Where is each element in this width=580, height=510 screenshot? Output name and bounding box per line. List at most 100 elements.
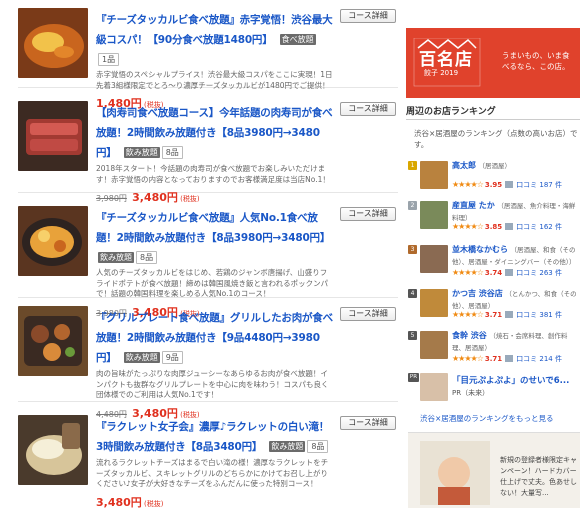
price-current: 3,480円 bbox=[96, 495, 142, 509]
rating-stars-icon: ★★★★☆ bbox=[452, 222, 484, 231]
course-detail-button[interactable]: コース詳細 bbox=[340, 207, 396, 221]
course-photo[interactable] bbox=[18, 415, 88, 485]
review-count-link[interactable]: 口コミ 162 件 bbox=[516, 223, 562, 231]
restaurant-name-link[interactable]: かつ吉 渋谷店 bbox=[452, 289, 503, 298]
banner-logo-text: 百名店 bbox=[419, 50, 473, 70]
ranking-heading: 周辺のお店ランキング bbox=[406, 104, 580, 120]
course-item: 『チーズタッカルビ食べ放題』人気No.1食べ放題！2時間飲み放題付き【8品398… bbox=[18, 206, 398, 319]
course-item: 『グリルプレート食べ放題』グリルしたお肉が食べ放題！2時間飲み放題付き【9品44… bbox=[18, 306, 398, 420]
course-detail-button[interactable]: コース詳細 bbox=[340, 102, 396, 116]
restaurant-genre: （居酒屋） bbox=[478, 162, 512, 170]
rating-score: 3.95 bbox=[484, 181, 503, 189]
restaurant-name-line: 産直屋 たか （居酒屋、魚介料理・海鮮料理） bbox=[452, 200, 578, 224]
rank-medal-icon: 3 bbox=[408, 245, 417, 254]
banner-copy: うまいもの、いま食べるなら、この店。 bbox=[502, 51, 570, 71]
ranking-more-link[interactable]: 渋谷×居酒屋のランキングをもっと見る bbox=[420, 413, 554, 424]
pr-badge: PR bbox=[408, 373, 419, 382]
course-price: 3,980円 3,480円 (税抜) bbox=[96, 189, 334, 205]
course-tag: 飲み放題 bbox=[123, 147, 160, 158]
ad-banner[interactable]: 新規の登録者様限定キャンペーン！ハードカバー仕上げで丈夫。色あせしない！大量写.… bbox=[408, 432, 580, 508]
rating-score: 3.71 bbox=[484, 355, 503, 363]
restaurant-name-link[interactable]: 高太郎 bbox=[452, 161, 476, 170]
price-tax-note: (税抜) bbox=[180, 195, 200, 203]
pr-photo[interactable] bbox=[420, 373, 448, 401]
rating-stars-icon: ★★★★☆ bbox=[452, 268, 484, 277]
pr-title[interactable]: 「目元ぷよぷよ」のせいで6... bbox=[452, 374, 569, 386]
restaurant-name-link[interactable]: 食幹 渋谷 bbox=[452, 331, 487, 340]
restaurant-photo[interactable] bbox=[420, 289, 448, 317]
rating-score: 3.85 bbox=[484, 223, 503, 231]
course-item: 『チーズタッカルビ食べ放題』赤字覚悟！渋谷最大級コスパ！【90分食べ放題1480… bbox=[18, 8, 398, 110]
course-tag: 食べ放題 bbox=[279, 34, 316, 45]
rating-stars-icon: ★★★★☆ bbox=[452, 180, 484, 189]
restaurant-photo[interactable] bbox=[420, 161, 448, 189]
pr-item[interactable]: PR 「目元ぷよぷよ」のせいで6... PR（未来） bbox=[406, 372, 580, 402]
course-description: 赤字覚悟のスペシャルプライス！渋谷最大級コスパをここに実現！1日先着3組様限定で… bbox=[96, 70, 333, 90]
course-item-count: 9品 bbox=[161, 351, 183, 364]
review-icon bbox=[505, 269, 514, 276]
ad-photo bbox=[420, 441, 490, 505]
course-item-count: 8品 bbox=[136, 251, 158, 264]
ranking-subtitle: 渋谷×居酒屋のランキング（点数の高いお店）です。 bbox=[414, 129, 578, 149]
course-description: 人気のチーズタッカルビをはじめ、若鶏のジャンボ唐揚げ、山盛りフライドポテトが食べ… bbox=[96, 268, 329, 298]
course-detail-button[interactable]: コース詳細 bbox=[340, 9, 396, 23]
restaurant-name-link[interactable]: 並木橋なかむら bbox=[452, 245, 508, 254]
review-icon bbox=[505, 223, 514, 230]
restaurant-rating: ★★★★☆ 3.95 口コミ 187 件 bbox=[452, 180, 562, 190]
sidebar: 百名店 餃子 2019 うまいもの、いま食べるなら、この店。 周辺のお店ランキン… bbox=[406, 0, 580, 508]
price-tax-note: (税抜) bbox=[144, 499, 164, 508]
course-item-count: 8品 bbox=[161, 146, 183, 159]
ranking-item: 4 かつ吉 渋谷店 （とんかつ、和食（その他）、居酒屋） ★★★★☆ 3.71 口コ… bbox=[406, 288, 580, 322]
course-photo[interactable] bbox=[18, 206, 88, 276]
review-icon bbox=[505, 181, 514, 188]
restaurant-photo[interactable] bbox=[420, 331, 448, 359]
restaurant-name-line: 食幹 渋谷 （焼石・会席料理、創作料理、居酒屋） bbox=[452, 330, 578, 354]
course-item-count: 1品 bbox=[98, 53, 120, 66]
rank-medal-icon: 1 bbox=[408, 161, 417, 170]
ranking-item: 5 食幹 渋谷 （焼石・会席料理、創作料理、居酒屋） ★★★★☆ 3.71 口コミ … bbox=[406, 330, 580, 366]
rating-stars-icon: ★★★★☆ bbox=[452, 354, 484, 363]
pr-source: PR（未来） bbox=[452, 389, 490, 397]
review-icon bbox=[505, 311, 514, 318]
course-tag: 飲み放題 bbox=[123, 352, 160, 363]
course-list: 『チーズタッカルビ食べ放題』赤字覚悟！渋谷最大級コスパ！【90分食べ放題1480… bbox=[0, 0, 400, 509]
price-original: 3,980円 bbox=[96, 194, 127, 203]
restaurant-photo[interactable] bbox=[420, 245, 448, 273]
course-item: 『ラクレット女子会』濃厚♪ラクレットの白い滝！3時間飲み放題付き【8品3480円… bbox=[18, 415, 398, 509]
rating-score: 3.74 bbox=[484, 269, 503, 277]
restaurant-name-line: 高太郎 （居酒屋） bbox=[452, 160, 578, 172]
rating-stars-icon: ★★★★☆ bbox=[452, 310, 484, 319]
review-count-link[interactable]: 口コミ 214 件 bbox=[516, 355, 562, 363]
course-description: 2018年スタート！今話題の肉寿司が食べ放題でお楽しみいただけます！赤字覚悟の内… bbox=[96, 164, 330, 184]
course-detail-button[interactable]: コース詳細 bbox=[340, 307, 396, 321]
course-tag: 飲み放題 bbox=[98, 252, 134, 263]
course-description: 肉の旨味がたっぷりな肉厚ジューシーなあらゆるお肉が食べ放題！インパクトも抜群なグ… bbox=[96, 369, 329, 399]
restaurant-name-link[interactable]: 産直屋 たか bbox=[452, 201, 495, 210]
price-current: 3,480円 bbox=[132, 191, 178, 204]
banner-logo-year: 餃子 2019 bbox=[424, 69, 459, 77]
course-description: 流れるラクレットチーズはまるで白い滝の様！濃厚なラクレットをチーズタッカルビ、ス… bbox=[96, 458, 329, 488]
course-photo[interactable] bbox=[18, 306, 88, 376]
course-tag: 飲み放題 bbox=[269, 441, 306, 452]
restaurant-name-line: 並木橋なかむら （居酒屋、和食（その他）、居酒屋・ダイニングバー（その他）） bbox=[452, 244, 578, 268]
review-count-link[interactable]: 口コミ 187 件 bbox=[516, 181, 562, 189]
course-detail-button[interactable]: コース詳細 bbox=[340, 416, 396, 430]
course-photo[interactable] bbox=[18, 101, 88, 171]
restaurant-photo[interactable] bbox=[420, 201, 448, 229]
rating-score: 3.71 bbox=[484, 311, 503, 319]
restaurant-rating: ★★★★☆ 3.71 口コミ 381 件 bbox=[452, 310, 562, 320]
review-icon bbox=[505, 355, 514, 362]
review-count-link[interactable]: 口コミ 263 件 bbox=[516, 269, 562, 277]
restaurant-name-line: かつ吉 渋谷店 （とんかつ、和食（その他）、居酒屋） bbox=[452, 288, 578, 312]
ad-text: 新規の登録者様限定キャンペーン！ハードカバー仕上げで丈夫。色あせしない！大量写.… bbox=[500, 456, 577, 497]
restaurant-rating: ★★★★☆ 3.85 口コミ 162 件 bbox=[452, 222, 562, 232]
ranking-item: 2 産直屋 たか （居酒屋、魚介料理・海鮮料理） ★★★★☆ 3.85 口コミ 16… bbox=[406, 200, 580, 234]
course-item: 【肉寿司食べ放題コース】今年話題の肉寿司が食べ放題！2時間飲み放題付き【8品39… bbox=[18, 101, 398, 204]
ranking-item: 1 高太郎 （居酒屋） ★★★★☆ 3.95 口コミ 187 件 bbox=[406, 160, 580, 194]
course-photo[interactable] bbox=[18, 8, 88, 78]
course-title[interactable]: 『チーズタッカルビ食べ放題』人気No.1食べ放題！2時間飲み放題付き【8品398… bbox=[96, 212, 330, 244]
review-count-link[interactable]: 口コミ 381 件 bbox=[516, 311, 562, 319]
course-item-count: 8品 bbox=[307, 440, 329, 453]
rank-medal-icon: 2 bbox=[408, 201, 417, 210]
hyakumeiten-banner[interactable]: 百名店 餃子 2019 うまいもの、いま食べるなら、この店。 bbox=[406, 28, 580, 98]
